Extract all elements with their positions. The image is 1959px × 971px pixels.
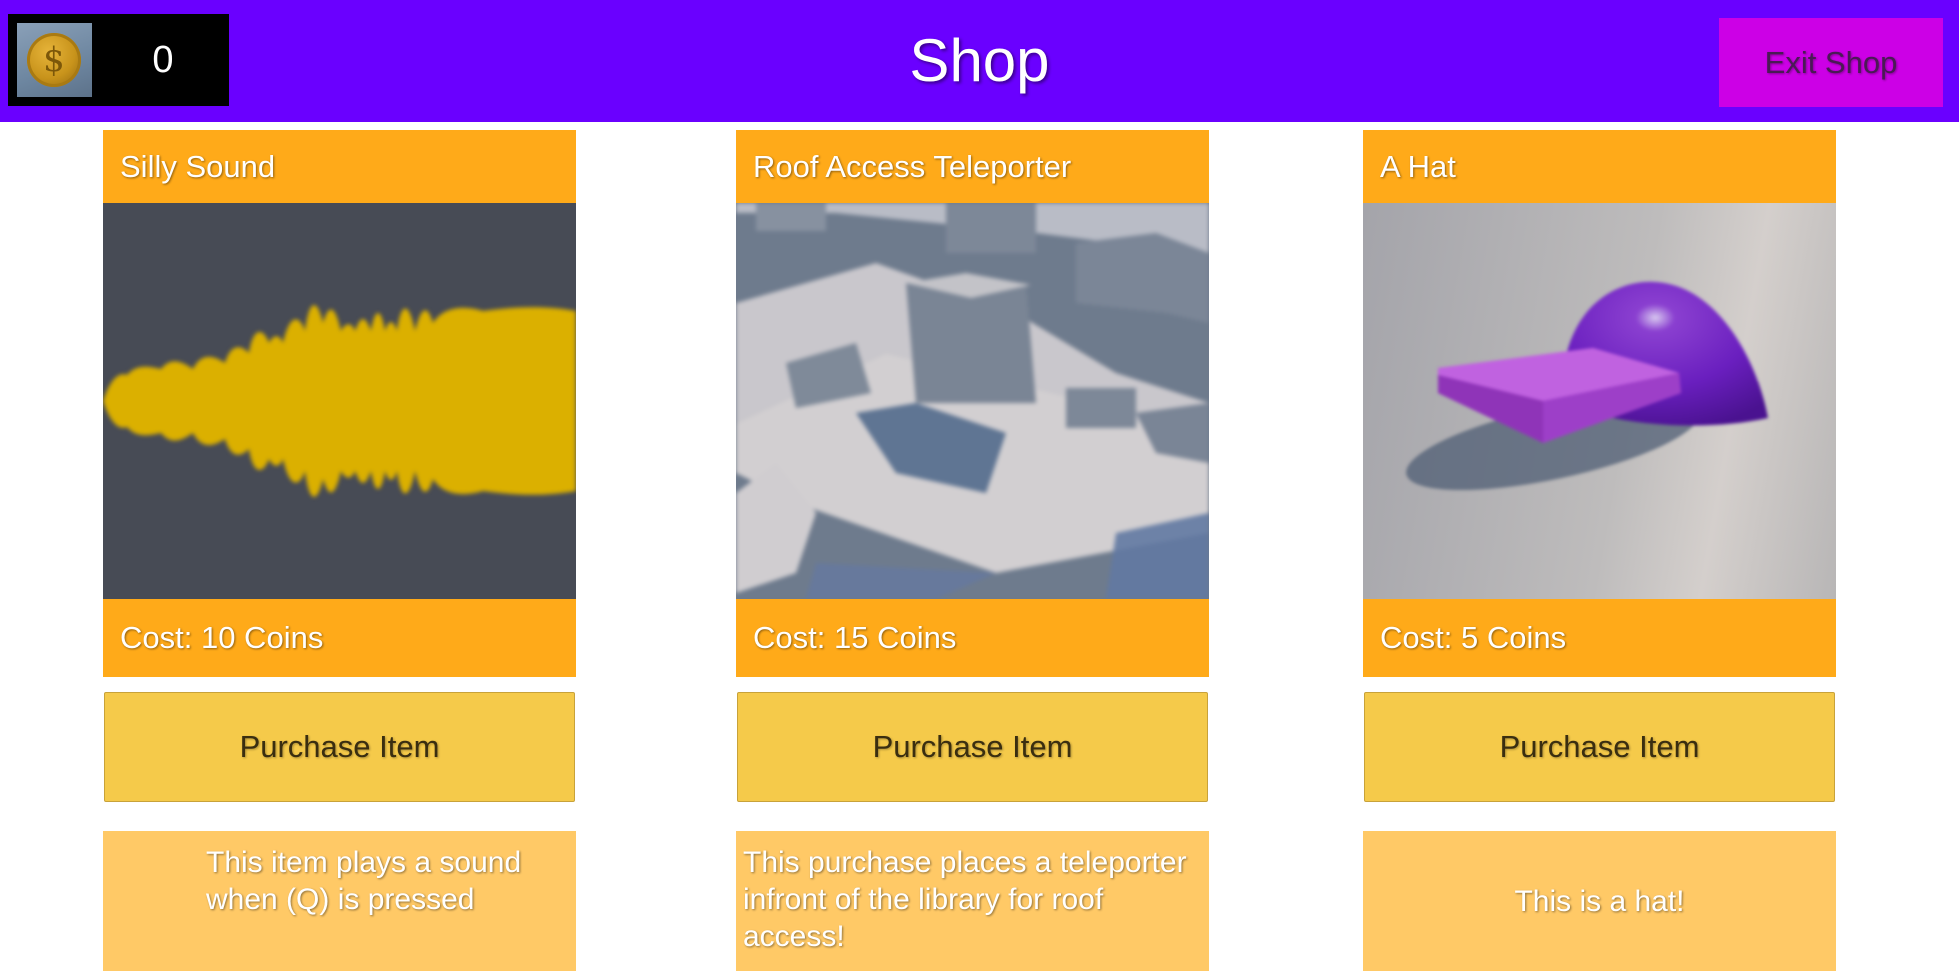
item-title: A Hat [1363,130,1836,203]
item-description: This item plays a sound when (Q) is pres… [103,831,576,971]
purchase-button[interactable]: Purchase Item [104,692,575,802]
shop-item-silly-sound: Silly Sound Cost: 10 Coins Purchase Item… [103,130,576,971]
purple-cap-image [1363,203,1836,599]
top-bar: $ 0 Shop Exit Shop [0,0,1959,122]
exit-shop-button[interactable]: Exit Shop [1719,18,1943,107]
item-description: This purchase places a teleporter infron… [736,831,1209,971]
purchase-button[interactable]: Purchase Item [737,692,1208,802]
shop-item-roof-access-teleporter: Roof Access Teleporter Cost: 15 Coins Pu… [736,130,1209,971]
sound-waveform-image [103,203,576,599]
purchase-button[interactable]: Purchase Item [1364,692,1835,802]
item-cost: Cost: 15 Coins [736,599,1209,677]
shop-item-a-hat: A Hat Cost: 5 Coins Purchase Item This i… [1363,130,1836,971]
item-cost: Cost: 10 Coins [103,599,576,677]
item-cost: Cost: 5 Coins [1363,599,1836,677]
item-description: This is a hat! [1363,831,1836,971]
page-title: Shop [909,27,1050,94]
item-title: Roof Access Teleporter [736,130,1209,203]
item-title: Silly Sound [103,130,576,203]
rooftop-scene-image [736,203,1209,599]
